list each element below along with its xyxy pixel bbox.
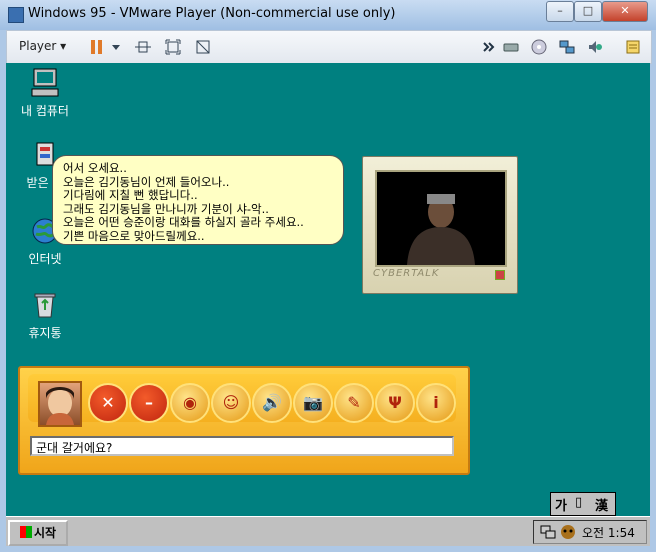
cybertalk-brand: CYBERTALK [373, 268, 440, 279]
user-avatar[interactable] [38, 381, 82, 427]
info-button[interactable]: i [416, 383, 456, 423]
ime-korean-toggle[interactable]: 가 [555, 495, 567, 514]
hard-disk-icon[interactable] [503, 39, 519, 55]
pause-icon[interactable] [89, 39, 105, 55]
vmware-window: Windows 95 - VMware Player (Non-commerci… [0, 0, 656, 552]
balloon-line: 그래도 김기동님을 만나니까 기분이 샤-악.. [63, 201, 269, 216]
pause-dropdown-icon[interactable] [111, 39, 121, 55]
start-label: 시작 [33, 526, 57, 540]
close-button[interactable]: ✕ [602, 1, 648, 22]
ime-toolbar: 가 ▯ 漢 [550, 492, 616, 516]
desktop-icon-my-computer[interactable]: 내 컴퓨터 [10, 67, 80, 119]
taskbar: 시작 오전 1:54 [6, 516, 650, 546]
network-adapter-icon[interactable] [559, 39, 575, 55]
player-menu-button[interactable]: Player ▾ [19, 39, 66, 53]
desktop-icon-label: 내 컴퓨터 [21, 104, 69, 118]
character-video [375, 170, 507, 267]
window-title: Windows 95 - VMware Player (Non-commerci… [28, 6, 396, 21]
full-screen-icon[interactable] [165, 39, 181, 55]
clock: 오전 1:54 [582, 526, 635, 540]
desktop-icon-label: 휴지통 [28, 326, 62, 340]
more-chevron-icon[interactable] [483, 39, 495, 55]
sound-card-icon[interactable] [587, 39, 603, 55]
cybertalk-tray-icon[interactable] [560, 524, 576, 540]
balloon-text: 어서 오세요.. 오늘은 김기동님이 언제 들어오나.. 기다림에 지칠 뻔 했답니… [63, 161, 304, 243]
message-log-icon[interactable] [625, 39, 641, 55]
character-portrait-icon [407, 194, 475, 265]
camera-button[interactable]: 📷 [293, 383, 333, 423]
start-button[interactable]: 시작 [8, 520, 68, 546]
minimize-button[interactable]: – [546, 1, 574, 22]
balloon-line: 기다림에 지칠 뻔 했답니다.. [63, 188, 198, 202]
settings-button[interactable]: Ψ [375, 383, 415, 423]
balloon-line: 오늘은 어떤 승준이랑 대화를 하실지 골라 주세요.. [63, 215, 304, 229]
chat-input[interactable]: 군대 갈거에요? [30, 436, 454, 456]
desktop-icon-label: 인터넷 [28, 252, 62, 266]
recycle-bin-icon [29, 289, 61, 321]
cybertalk-button-strip: ✕ – ◉ ☺ 🔊 📷 ✎ Ψ i [28, 374, 456, 427]
vmware-app-icon [8, 7, 24, 23]
desktop-icon-recycle-bin[interactable]: 휴지통 [10, 289, 80, 341]
eye-view-button[interactable]: ◉ [170, 383, 210, 423]
edit-button[interactable]: ✎ [334, 383, 374, 423]
windows-logo-icon [19, 526, 32, 538]
power-led-icon [495, 270, 505, 280]
system-tray: 오전 1:54 [533, 520, 647, 544]
vmware-toolbar: Player ▾ [6, 30, 652, 64]
speaker-volume-button[interactable]: 🔊 [252, 383, 292, 423]
unity-icon[interactable] [195, 39, 211, 55]
ime-width-toggle[interactable]: ▯ [575, 495, 582, 510]
face-expression-button[interactable]: ☺ [211, 383, 251, 423]
title-bar: Windows 95 - VMware Player (Non-commerci… [0, 0, 656, 30]
ime-hanja-toggle[interactable]: 漢 [595, 495, 608, 514]
send-ctrl-alt-del-icon[interactable] [135, 39, 151, 55]
balloon-line: 기쁜 마음으로 맞아드릴께요.. [63, 228, 205, 243]
guest-desktop[interactable]: 내 컴퓨터 받은 편 인터넷 휴지통 어서 오세요.. 오늘은 김기동님이 언제… [6, 63, 650, 546]
balloon-line: 오늘은 김기동님이 언제 들어오나.. [63, 174, 230, 189]
cybertalk-control-bar: ✕ – ◉ ☺ 🔊 📷 ✎ Ψ i 군대 갈거에요? [18, 366, 470, 475]
speech-balloon: 어서 오세요.. 오늘은 김기동님이 언제 들어오나.. 기다림에 지칠 뻔 했답니… [52, 155, 344, 245]
balloon-line: 어서 오세요.. [63, 161, 127, 175]
computer-icon [29, 67, 61, 99]
cybertalk-monitor: CYBERTALK [362, 156, 518, 294]
minimize-character-button[interactable]: – [129, 383, 169, 423]
cd-rom-icon[interactable] [531, 39, 547, 55]
network-tray-icon[interactable] [540, 524, 556, 540]
maximize-button[interactable]: □ [574, 1, 602, 22]
close-character-button[interactable]: ✕ [88, 383, 128, 423]
